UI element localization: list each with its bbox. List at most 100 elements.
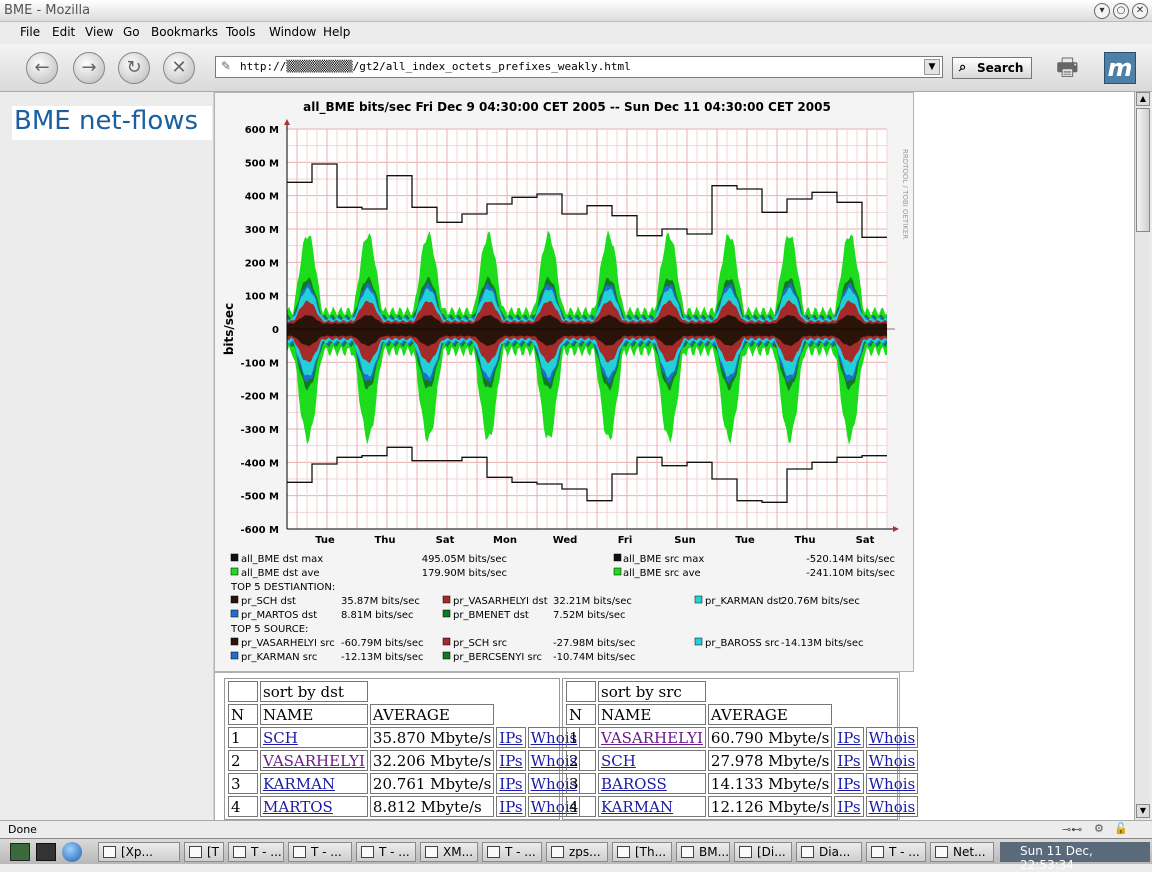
app-icon [801, 846, 814, 858]
taskbar-item[interactable]: [Di... [734, 842, 792, 862]
browser-launcher-icon[interactable] [62, 842, 82, 862]
y-tick-label: -600 M [241, 525, 280, 536]
cookie-icon: ⚙ [1094, 822, 1104, 835]
ips-link[interactable]: IPs [499, 798, 522, 816]
y-axis-label: bits/sec [222, 303, 236, 355]
menu-tools[interactable]: Tools [226, 25, 256, 39]
ips-link[interactable]: IPs [499, 752, 522, 770]
ips-cell: IPs [834, 750, 864, 771]
legend-value: 495.05M bits/sec [422, 554, 507, 565]
menu-go[interactable]: Go [123, 25, 140, 39]
url-text[interactable]: http://▒▒▒▒▒▒▒▒▒▒/gt2/all_index_octets_p… [240, 60, 631, 73]
ips-link[interactable]: IPs [837, 729, 860, 747]
menu-view[interactable]: View [85, 25, 113, 39]
table-header-row: N NAME AVERAGE [566, 704, 918, 725]
menu-edit[interactable]: Edit [52, 25, 75, 39]
taskbar-item[interactable]: zps... [546, 842, 608, 862]
whois-link[interactable]: Whois [869, 798, 916, 816]
prefix-link[interactable]: KARMAN [601, 798, 673, 816]
prefix-link[interactable]: BAROSS [601, 775, 667, 793]
vertical-scrollbar[interactable]: ▲ ▼ [1134, 92, 1150, 820]
app-icon [739, 846, 752, 858]
taskbar-item[interactable]: T - ... [288, 842, 352, 862]
print-icon[interactable]: 🖶 [1056, 50, 1094, 86]
taskbar-item[interactable]: T - ... [866, 842, 926, 862]
whois-cell: Whois [865, 727, 919, 748]
scroll-down-icon[interactable]: ▼ [1136, 804, 1150, 818]
scrollbar-thumb[interactable] [1136, 108, 1150, 232]
legend-swatch [442, 637, 451, 646]
url-dropdown-icon[interactable]: ▼ [924, 59, 940, 75]
column-header: NAME [598, 704, 706, 725]
table-title-row: sort by src [566, 681, 918, 702]
legend-value: 20.76M bits/sec [781, 596, 860, 607]
scroll-up-icon[interactable]: ▲ [1136, 92, 1150, 106]
ips-link[interactable]: IPs [837, 775, 860, 793]
menu-window[interactable]: Window [269, 25, 316, 39]
legend-label: pr_BERCSENYI src [453, 652, 542, 663]
taskbar-item[interactable]: T - ... [482, 842, 542, 862]
legend-swatch [230, 609, 239, 618]
window-titlebar: BME - Mozilla ▾ ○ ✕ [0, 0, 1152, 22]
prefix-link[interactable]: VASARHELYI [601, 729, 703, 747]
average-cell: 27.978 Mbyte/s [707, 750, 833, 771]
taskbar-item[interactable]: BM... [676, 842, 730, 862]
forward-icon[interactable]: → [73, 52, 105, 84]
app-icon [189, 846, 202, 858]
whois-link[interactable]: Whois [869, 729, 916, 747]
ips-cell: IPs [496, 750, 526, 771]
taskbar-item[interactable]: XM... [420, 842, 478, 862]
ips-cell: IPs [496, 796, 526, 817]
whois-link[interactable]: Whois [869, 775, 916, 793]
taskbar-item[interactable]: T - ... [356, 842, 416, 862]
empty-cell [566, 681, 596, 702]
stop-icon[interactable]: ✕ [163, 52, 195, 84]
menu-file[interactable]: File [20, 25, 40, 39]
app-icon [487, 846, 500, 858]
ips-link[interactable]: IPs [837, 798, 860, 816]
name-cell: VASARHELYI [260, 750, 368, 771]
legend-value: -520.14M bits/sec [806, 554, 895, 565]
taskbar-item[interactable]: T - ... [228, 842, 284, 862]
column-header: NAME [260, 704, 368, 725]
back-icon[interactable]: ← [26, 52, 58, 84]
taskbar-item[interactable]: Net... [930, 842, 994, 862]
ips-link[interactable]: IPs [837, 752, 860, 770]
y-tick-label: -400 M [241, 458, 280, 469]
rank-cell: 2 [566, 750, 596, 771]
minimize-icon[interactable]: ▾ [1094, 3, 1110, 19]
prefix-link[interactable]: SCH [601, 752, 636, 770]
legend-value: -12.13M bits/sec [341, 652, 424, 663]
taskbar-item[interactable]: [T - ... [184, 842, 224, 862]
prefix-link[interactable]: SCH [263, 729, 298, 747]
ips-link[interactable]: IPs [499, 775, 522, 793]
desktop-icon[interactable] [10, 843, 30, 861]
name-cell: MARTOS [260, 796, 368, 817]
x-tick-label: Sat [436, 535, 455, 546]
prefix-link[interactable]: KARMAN [263, 775, 335, 793]
menu-help[interactable]: Help [323, 25, 350, 39]
legend-value: 8.81M bits/sec [341, 610, 414, 621]
app-icon [103, 846, 116, 858]
prefix-link[interactable]: VASARHELYI [263, 752, 365, 770]
prefix-link[interactable]: MARTOS [263, 798, 333, 816]
address-bar[interactable]: ✎ http://▒▒▒▒▒▒▒▒▒▒/gt2/all_index_octets… [215, 56, 943, 78]
rank-cell: 4 [228, 796, 258, 817]
menu-bookmarks[interactable]: Bookmarks [151, 25, 218, 39]
reload-icon[interactable]: ↻ [118, 52, 150, 84]
app-icon [233, 846, 246, 858]
whois-link[interactable]: Whois [869, 752, 916, 770]
terminal-icon[interactable] [36, 843, 56, 861]
close-icon[interactable]: ✕ [1132, 3, 1148, 19]
x-tick-label: Tue [735, 535, 755, 546]
rrdtool-credit: RRDTOOL / TOBI OETIKER [901, 149, 909, 239]
ips-link[interactable]: IPs [499, 729, 522, 747]
taskbar-item[interactable]: Dia... [796, 842, 862, 862]
taskbar-item[interactable]: [Xp... [98, 842, 180, 862]
traffic-chart: all_BME bits/sec Fri Dec 9 04:30:00 CET … [222, 100, 909, 663]
online-icon: ⊸⊷ [1062, 823, 1083, 836]
taskbar-item[interactable]: [Th... [612, 842, 672, 862]
search-button[interactable]: ⌕ Search [952, 57, 1032, 79]
maximize-icon[interactable]: ○ [1113, 3, 1129, 19]
app-icon [617, 846, 630, 858]
